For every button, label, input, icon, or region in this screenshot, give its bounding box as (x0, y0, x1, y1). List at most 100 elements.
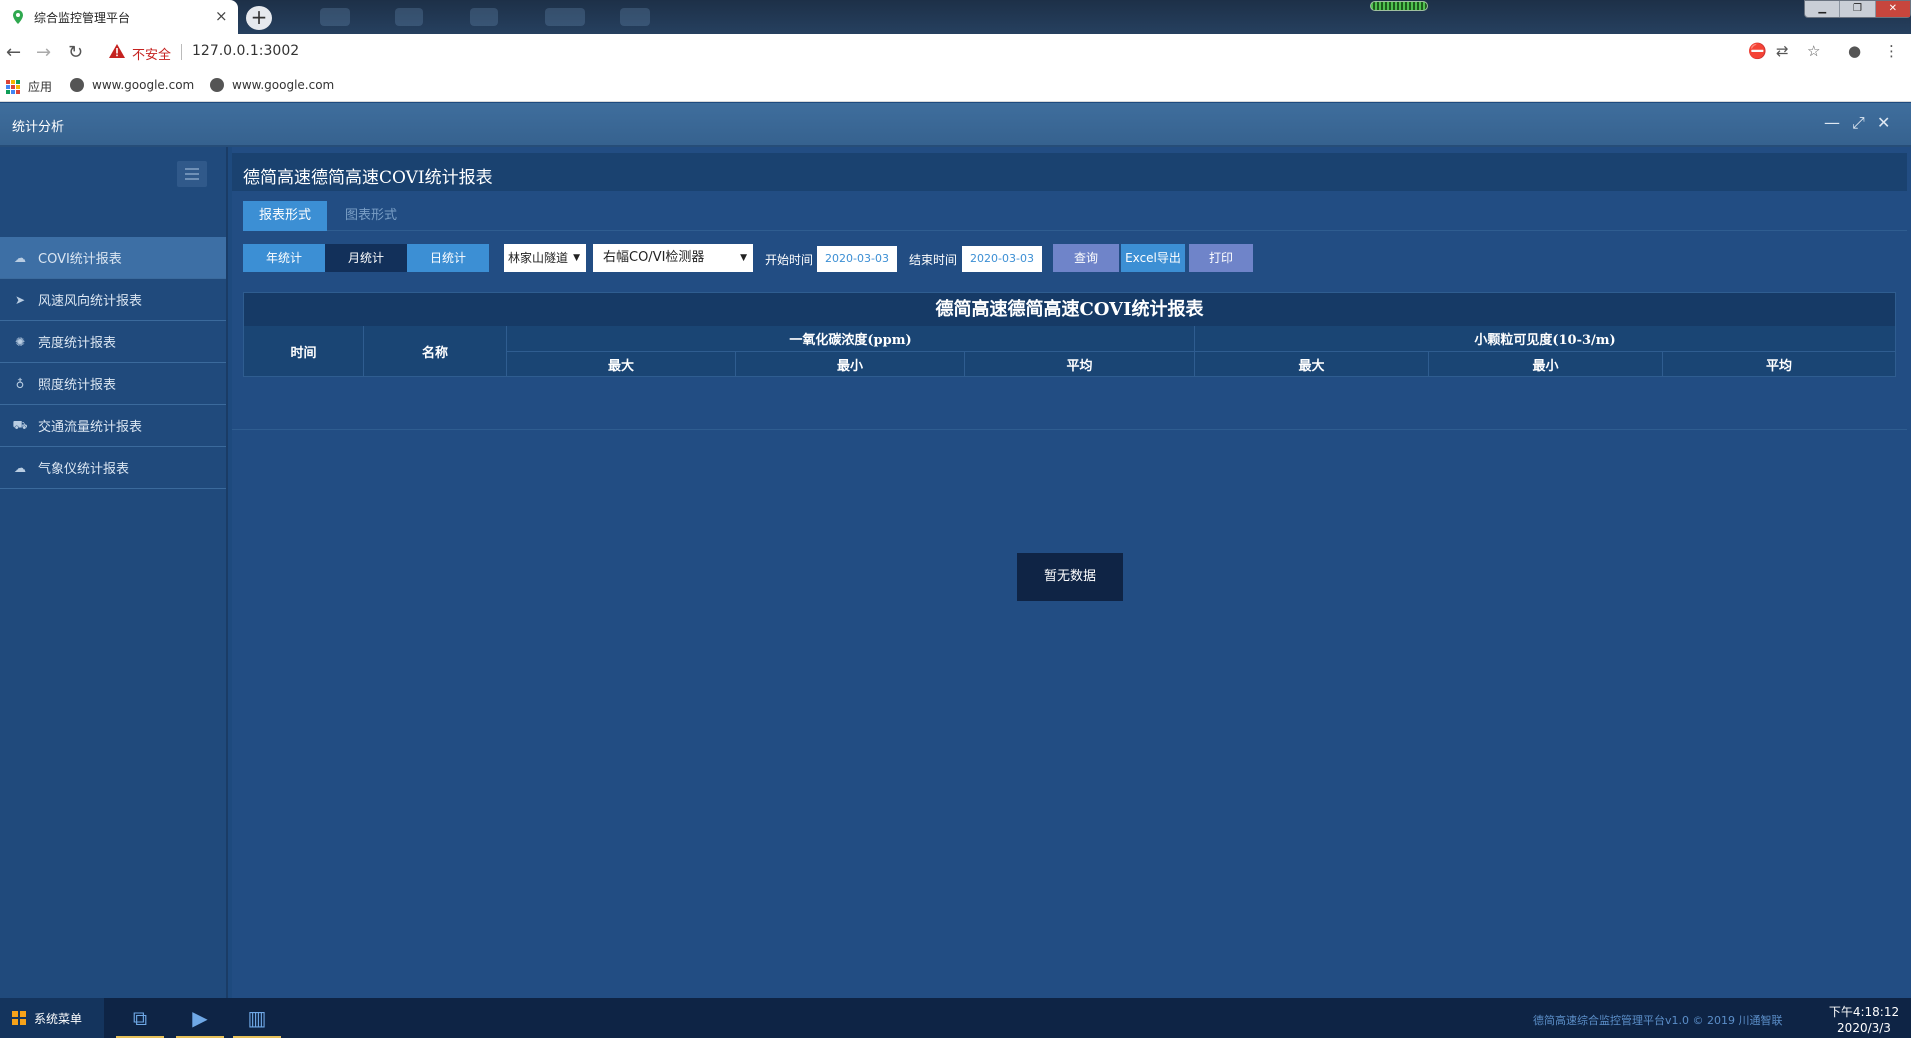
apps-grid-icon (6, 79, 20, 94)
reload-icon[interactable]: ↻ (68, 42, 83, 63)
sidebar-item-traffic[interactable]: ⛟ 交通流量统计报表 (0, 405, 226, 447)
bookmark-google-1[interactable]: www.google.com (70, 78, 194, 92)
sun-icon: ✺ (14, 334, 26, 349)
bulb-icon: ♁ (15, 376, 25, 391)
divider (232, 429, 1907, 430)
background-shape (470, 8, 498, 26)
clock-time: 下午4:18:12 (1828, 1005, 1900, 1019)
bookmark-apps[interactable]: 应用 (6, 78, 52, 95)
sidebar-item-wind[interactable]: ➤ 风速风向统计报表 (0, 279, 226, 321)
start-time-label: 开始时间 (765, 253, 814, 267)
sidebar-item-label: 气象仪统计报表 (38, 462, 130, 477)
star-icon[interactable]: ☆ (1807, 42, 1820, 60)
column-header-vi-min: 最小 (1429, 352, 1663, 377)
taskbar-app-video[interactable]: ▶ (176, 998, 224, 1038)
caret-down-icon: ▼ (740, 253, 747, 263)
forward-arrow-icon[interactable]: → (36, 42, 51, 63)
clock-date: 2020/3/3 (1837, 1021, 1891, 1035)
window-close-icon[interactable]: ✕ (1875, 1, 1910, 17)
background-shape (620, 8, 650, 26)
sidebar-item-label: 交通流量统计报表 (38, 420, 143, 435)
globe-icon (70, 78, 84, 92)
account-icon[interactable]: ● (1848, 42, 1861, 60)
system-clock[interactable]: 下午4:18:12 2020/3/3 (1824, 1004, 1904, 1036)
windows-logo-icon (12, 1011, 26, 1025)
tab-close-icon[interactable]: × (215, 7, 228, 25)
sidebar-item-label: 照度统计报表 (38, 378, 117, 393)
translate-icon[interactable]: ⇄ (1776, 42, 1789, 60)
cloud-icon: ☁ (14, 250, 26, 265)
empty-state-message: 暂无数据 (1017, 553, 1123, 601)
print-button[interactable]: 打印 (1189, 244, 1253, 272)
location-pin-icon (13, 10, 23, 24)
window-minimize-icon[interactable]: ▁ (1805, 1, 1841, 17)
sidebar-item-brightness[interactable]: ✺ 亮度统计报表 (0, 321, 226, 363)
column-header-name: 名称 (364, 326, 507, 377)
sidebar-item-label: 风速风向统计报表 (38, 294, 143, 309)
menu-toggle-button[interactable] (177, 161, 207, 187)
bookmark-label: www.google.com (232, 78, 335, 92)
day-stats-button[interactable]: 日统计 (407, 244, 489, 272)
minimize-icon[interactable]: — (1824, 113, 1840, 132)
monitor-icon: ⧉ (132, 1006, 148, 1030)
back-arrow-icon[interactable]: ← (6, 42, 21, 63)
sidebar-item-covi[interactable]: ☁ COVI统计报表 (0, 237, 226, 279)
sidebar-item-illuminance[interactable]: ♁ 照度统计报表 (0, 363, 226, 405)
excel-export-button[interactable]: Excel导出 (1121, 244, 1185, 272)
tab-chart-mode[interactable]: 图表形式 (329, 201, 413, 231)
report-table: 德简高速德简高速COVI统计报表 时间 名称 一氧化碳浓度(ppm) 小颗粒可见… (243, 292, 1896, 377)
end-date-input[interactable]: 2020-03-03 (962, 246, 1042, 272)
detector-select[interactable]: 右幅CO/VI检测器 ▼ (593, 244, 753, 272)
background-shape (545, 8, 585, 26)
blocked-icon[interactable]: ⛔ (1748, 42, 1767, 60)
taskbar: 系统菜单 ⧉ ▶ ▥ 德简高速综合监控管理平台v1.0 © 2019 川通智联 … (0, 998, 1911, 1038)
browser-tab[interactable]: 综合监控管理平台 × (0, 0, 238, 34)
video-camera-icon: ▶ (192, 1006, 208, 1030)
taskbar-app-monitor[interactable]: ⧉ (116, 998, 164, 1038)
window-restore-icon[interactable]: ❐ (1840, 1, 1876, 17)
column-header-co-max: 最大 (507, 352, 736, 377)
tunnel-select[interactable]: 林家山隧道 ▼ (504, 244, 586, 272)
caret-down-icon: ▼ (573, 253, 580, 263)
bookmark-label: 应用 (28, 80, 53, 94)
close-icon[interactable]: ✕ (1877, 113, 1890, 132)
panel-title-bar: 德简高速德简高速COVI统计报表 (232, 153, 1907, 191)
mode-tabs: 报表形式 图表形式 (243, 201, 1907, 231)
year-stats-button[interactable]: 年统计 (243, 244, 325, 272)
bookmark-google-2[interactable]: www.google.com (210, 78, 334, 92)
main-panel: 德简高速德简高速COVI统计报表 报表形式 图表形式 年统计 月统计 日统计 林… (232, 147, 1911, 998)
start-menu-button[interactable]: 系统菜单 (0, 998, 104, 1038)
query-button[interactable]: 查询 (1053, 244, 1119, 272)
page-title: 德简高速德简高速COVI统计报表 (243, 168, 493, 188)
column-header-vi-avg: 平均 (1663, 352, 1895, 377)
app-header: 统计分析 — ⤢ ✕ (0, 103, 1911, 147)
menu-dots-icon[interactable]: ⋮ (1884, 42, 1899, 60)
address-separator (181, 44, 182, 60)
start-date-input[interactable]: 2020-03-03 (817, 246, 897, 272)
tab-report-mode[interactable]: 报表形式 (243, 201, 328, 231)
sidebar: ☁ COVI统计报表 ➤ 风速风向统计报表 ✺ 亮度统计报表 ♁ 照度统计报表 … (0, 147, 228, 998)
sidebar-item-weather[interactable]: ☁ 气象仪统计报表 (0, 447, 226, 489)
column-header-co-avg: 平均 (965, 352, 1195, 377)
tab-title: 综合监控管理平台 (34, 11, 131, 25)
browser-titlebar: 综合监控管理平台 × + ▁ ❐ ✕ (0, 0, 1911, 34)
warning-icon[interactable] (108, 43, 126, 59)
new-tab-button[interactable]: + (246, 6, 272, 30)
loading-indicator (1370, 1, 1428, 11)
window-controls: ▁ ❐ ✕ (1804, 0, 1911, 18)
month-stats-button[interactable]: 月统计 (325, 244, 407, 272)
maximize-icon[interactable]: ⤢ (1852, 113, 1865, 133)
security-status[interactable]: 不安全 (132, 44, 171, 63)
url-input[interactable]: 127.0.0.1:3002 (192, 43, 299, 59)
globe-icon (210, 78, 224, 92)
address-bar: ← → ↻ 不安全 127.0.0.1:3002 ⛔ ⇄ ☆ ● ⋮ (0, 34, 1911, 70)
taskbar-app-stats[interactable]: ▥ (233, 998, 281, 1038)
sidebar-item-label: 亮度统计报表 (38, 336, 117, 351)
column-header-co-min: 最小 (736, 352, 965, 377)
bar-chart-icon: ▥ (247, 1006, 267, 1030)
bookmarks-bar: 应用 www.google.com www.google.com (0, 70, 1911, 102)
column-header-vi-max: 最大 (1195, 352, 1429, 377)
end-time-label: 结束时间 (909, 253, 958, 267)
window-title: 统计分析 (12, 120, 65, 135)
tunnel-select-value: 林家山隧道 (508, 251, 569, 265)
